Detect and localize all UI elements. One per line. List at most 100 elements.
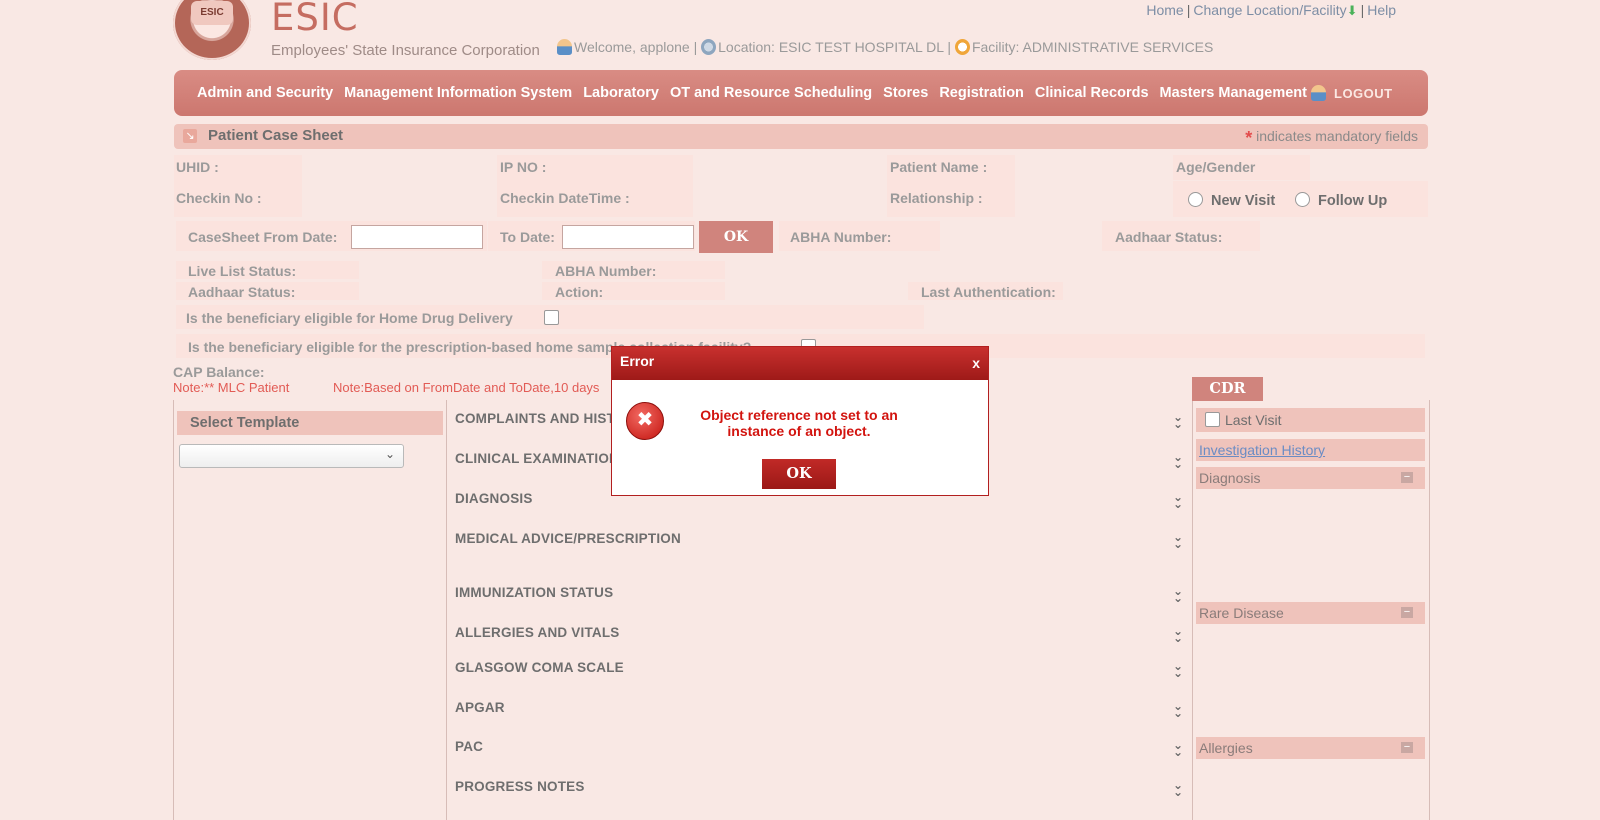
section-clinical-examination[interactable]: CLINICAL EXAMINATION (455, 451, 619, 466)
page-title: Patient Case Sheet (208, 127, 344, 144)
nav-admin-security[interactable]: Admin and Security (197, 85, 333, 101)
expand-chevron-icon[interactable]: ⌄ ⌄ (1173, 451, 1183, 470)
last-visit-label: Last Visit (1225, 412, 1282, 428)
nav-clinical-records[interactable]: Clinical Records (1035, 85, 1149, 101)
logout-user-icon (1311, 85, 1326, 101)
nav-registration[interactable]: Registration (939, 85, 1024, 101)
home-drug-checkbox[interactable] (544, 310, 559, 325)
diagnosis-label: Diagnosis (1199, 470, 1261, 486)
to-date-label: To Date: (500, 229, 555, 245)
ipno-label: IP NO : (500, 159, 547, 175)
mandatory-note: * indicates mandatory fields (1245, 128, 1418, 149)
last-visit-checkbox[interactable] (1205, 412, 1220, 427)
date-range-note: Note:Based on FromDate and ToDate,10 day… (333, 380, 600, 395)
last-authentication-label: Last Authentication: (921, 284, 1056, 300)
abha-number-label: ABHA Number: (790, 229, 892, 245)
logout-button[interactable]: LOGOUT (1334, 86, 1393, 101)
section-apgar[interactable]: APGAR (455, 700, 505, 715)
expand-chevron-icon[interactable]: ⌄ ⌄ (1173, 779, 1183, 798)
expand-chevron-icon[interactable]: ⌄ ⌄ (1173, 411, 1183, 430)
follow-up-label: Follow Up (1318, 193, 1388, 209)
last-visit-bar: Last Visit (1196, 408, 1425, 432)
help-link[interactable]: Help (1367, 2, 1396, 18)
change-location-link[interactable]: Change Location/Facility (1193, 2, 1346, 18)
follow-up-option[interactable]: Follow Up (1295, 192, 1387, 209)
template-dropdown[interactable]: ⌄ (179, 444, 404, 468)
to-date-input[interactable] (562, 225, 694, 249)
section-progress-notes[interactable]: PROGRESS NOTES (455, 779, 585, 794)
patient-name-label: Patient Name : (890, 159, 988, 175)
close-button[interactable]: x (972, 355, 980, 371)
checkin-datetime-label: Checkin DateTime : (500, 190, 630, 206)
section-immunization[interactable]: IMMUNIZATION STATUS (455, 585, 613, 600)
top-links: Home | Change Location/Facility⬇ | Help (1146, 2, 1396, 18)
new-visit-label: New Visit (1211, 193, 1276, 209)
diagnosis-bar: Diagnosis − (1196, 467, 1425, 489)
cdr-tab[interactable]: CDR (1192, 377, 1263, 401)
mlc-note: Note:** MLC Patient (173, 380, 290, 395)
age-gender-label: Age/Gender (1176, 159, 1256, 175)
arrow-icon: ↘ (183, 129, 197, 143)
welcome-text: Welcome, applone | (574, 39, 698, 55)
error-dialog: Error x ✖ Object reference not set to an… (611, 346, 989, 496)
required-star: * (1245, 128, 1253, 148)
clock-icon (954, 39, 970, 55)
page-title-bar: ↘ Patient Case Sheet * indicates mandato… (174, 124, 1428, 149)
date-ok-button[interactable]: OK (699, 221, 773, 253)
home-link[interactable]: Home (1146, 2, 1183, 18)
uhid-label: UHID : (176, 159, 219, 175)
section-diagnosis[interactable]: DIAGNOSIS (455, 491, 533, 506)
expand-chevron-icon[interactable]: ⌄ ⌄ (1173, 531, 1183, 550)
abha-number-label-2: ABHA Number: (555, 263, 657, 279)
new-visit-radio[interactable] (1188, 192, 1203, 207)
new-visit-option[interactable]: New Visit (1188, 192, 1275, 209)
section-medical-advice[interactable]: MEDICAL ADVICE/PRESCRIPTION (455, 531, 681, 546)
relationship-label: Relationship : (890, 190, 983, 206)
collapse-icon[interactable]: − (1401, 742, 1413, 753)
cap-balance-label: CAP Balance: (173, 364, 265, 380)
expand-chevron-icon[interactable]: ⌄ ⌄ (1173, 625, 1183, 644)
globe-icon (701, 39, 717, 55)
main-nav: Admin and Security Management Informatio… (174, 70, 1428, 116)
investigation-history-link[interactable]: Investigation History (1199, 442, 1325, 458)
dialog-title: Error (620, 353, 655, 369)
select-template-label: Select Template (190, 415, 300, 431)
from-date-label: CaseSheet From Date: (188, 229, 338, 245)
investigation-bar: Investigation History (1196, 439, 1425, 461)
rare-disease-bar: Rare Disease − (1196, 602, 1425, 624)
nav-laboratory[interactable]: Laboratory (583, 85, 659, 101)
section-allergies-vitals[interactable]: ALLERGIES AND VITALS (455, 625, 620, 640)
section-pac[interactable]: PAC (455, 739, 483, 754)
user-info-bar: Welcome, applone | Location: ESIC TEST H… (557, 39, 1213, 55)
expand-chevron-icon[interactable]: ⌄ ⌄ (1173, 660, 1183, 679)
error-message: Object reference not set to an instance … (700, 407, 898, 439)
section-glasgow[interactable]: GLASGOW COMA SCALE (455, 660, 624, 675)
esic-logo: ESIC (173, 0, 251, 60)
expand-chevron-icon[interactable]: ⌄ ⌄ (1173, 585, 1183, 604)
rare-disease-label: Rare Disease (1199, 605, 1284, 621)
checkin-no-label: Checkin No : (176, 190, 262, 206)
home-drug-label: Is the beneficiary eligible for Home Dru… (186, 310, 513, 326)
nav-masters-management[interactable]: Masters Management (1160, 85, 1307, 101)
action-label: Action: (555, 284, 604, 300)
from-date-input[interactable] (351, 225, 483, 249)
select-template-header: Select Template (177, 411, 443, 435)
dialog-ok-button[interactable]: OK (762, 459, 836, 489)
down-arrow-icon: ⬇ (1346, 3, 1358, 18)
collapse-icon[interactable]: − (1401, 607, 1413, 618)
aadhaar-status-label: Aadhaar Status: (1115, 229, 1223, 245)
expand-chevron-icon[interactable]: ⌄ ⌄ (1173, 491, 1183, 510)
nav-stores[interactable]: Stores (883, 85, 928, 101)
collapse-icon[interactable]: − (1401, 472, 1413, 483)
error-icon: ✖ (626, 402, 664, 440)
brand-tagline: Employees' State Insurance Corporation (271, 42, 540, 59)
user-icon (557, 39, 572, 55)
follow-up-radio[interactable] (1295, 192, 1310, 207)
expand-chevron-icon[interactable]: ⌄ ⌄ (1173, 739, 1183, 758)
nav-ot-scheduling[interactable]: OT and Resource Scheduling (670, 85, 872, 101)
logo-text: ESIC (191, 1, 233, 25)
facility-text: Facility: ADMINISTRATIVE SERVICES (971, 39, 1214, 55)
brand-name: ESIC (271, 0, 359, 39)
expand-chevron-icon[interactable]: ⌄ ⌄ (1173, 700, 1183, 719)
nav-mis[interactable]: Management Information System (344, 85, 572, 101)
